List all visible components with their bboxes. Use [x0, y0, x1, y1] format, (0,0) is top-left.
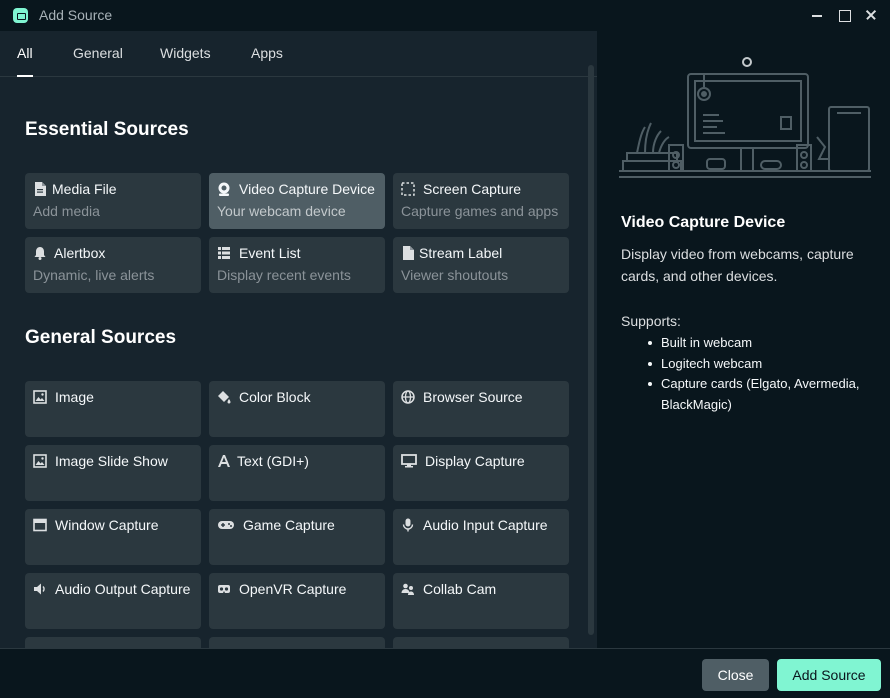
- source-card-audio-output-capture[interactable]: Audio Output Capture: [25, 573, 201, 629]
- vr-headset-icon: [217, 582, 231, 596]
- source-card-text-gdi[interactable]: Text (GDI+): [209, 445, 385, 501]
- source-card-stream-label[interactable]: Stream Label Viewer shoutouts: [393, 237, 569, 293]
- sources-scroll-area: Essential Sources Media File Add media V…: [0, 78, 597, 648]
- file-icon: [33, 182, 47, 196]
- window-title: Add Source: [39, 7, 113, 23]
- source-card-name: Audio Output Capture: [55, 581, 191, 597]
- source-card-color-block[interactable]: Color Block: [209, 381, 385, 437]
- source-card-name: Display Capture: [425, 453, 525, 469]
- source-card-name: Audio Input Capture: [423, 517, 548, 533]
- source-card-name: Video Capture Device: [239, 181, 375, 197]
- source-card-desc: Add media: [33, 203, 100, 219]
- source-list-pane: All General Widgets Apps Essential Sourc…: [0, 31, 597, 648]
- bell-icon: [33, 246, 47, 260]
- tab-apps[interactable]: Apps: [251, 45, 283, 61]
- webcam-icon: [217, 182, 231, 196]
- source-card-name: Event List: [239, 245, 301, 261]
- source-card-audio-input-capture[interactable]: Audio Input Capture: [393, 509, 569, 565]
- speaker-icon: [33, 582, 47, 596]
- list-item: Logitech webcam: [648, 354, 876, 375]
- source-card-name: Color Block: [239, 389, 311, 405]
- globe-icon: [401, 390, 415, 404]
- list-item: Built in webcam: [648, 333, 876, 354]
- tab-widgets[interactable]: Widgets: [160, 45, 211, 61]
- microphone-icon: [401, 518, 415, 532]
- source-card-desc: Dynamic, live alerts: [33, 267, 155, 283]
- source-card-name: Stream Label: [419, 245, 503, 261]
- active-tab-indicator: [17, 75, 33, 77]
- close-icon[interactable]: [862, 6, 880, 24]
- source-card-partial[interactable]: [25, 637, 201, 648]
- source-card-partial[interactable]: [393, 637, 569, 648]
- source-card-desc: Display recent events: [217, 267, 351, 283]
- category-tabs: All General Widgets Apps: [0, 31, 597, 77]
- monitor-icon: [401, 454, 417, 468]
- source-card-name: Image Slide Show: [55, 453, 168, 469]
- source-card-name: Alertbox: [54, 245, 106, 261]
- title-bar: Add Source: [0, 0, 890, 31]
- streamlabs-logo-icon: [13, 8, 28, 23]
- window-icon: [33, 518, 47, 532]
- supports-list: Built in webcam Logitech webcam Capture …: [648, 333, 876, 415]
- source-card-name: Media File: [52, 181, 117, 197]
- source-card-window-capture[interactable]: Window Capture: [25, 509, 201, 565]
- source-card-desc: Viewer shoutouts: [401, 267, 509, 283]
- source-card-name: Image: [55, 389, 94, 405]
- source-card-collab-cam[interactable]: Collab Cam: [393, 573, 569, 629]
- source-card-media-file[interactable]: Media File Add media: [25, 173, 201, 229]
- tab-general[interactable]: General: [73, 45, 123, 61]
- source-card-display-capture[interactable]: Display Capture: [393, 445, 569, 501]
- source-card-name: Browser Source: [423, 389, 523, 405]
- source-card-image-slide-show[interactable]: Image Slide Show: [25, 445, 201, 501]
- detail-title: Video Capture Device: [621, 214, 786, 231]
- general-sources-heading: General Sources: [25, 327, 177, 348]
- source-card-name: Collab Cam: [423, 581, 497, 597]
- source-card-browser-source[interactable]: Browser Source: [393, 381, 569, 437]
- source-card-screen-capture[interactable]: Screen Capture Capture games and apps: [393, 173, 569, 229]
- source-card-name: OpenVR Capture: [239, 581, 347, 597]
- image-icon: [33, 390, 47, 404]
- gamepad-icon: [217, 518, 235, 532]
- source-card-name: Screen Capture: [423, 181, 522, 197]
- detail-description: Display video from webcams, capture card…: [621, 246, 854, 284]
- source-card-video-capture-device[interactable]: Video Capture Device Your webcam device: [209, 173, 385, 229]
- essential-sources-heading: Essential Sources: [25, 119, 189, 140]
- minimize-icon[interactable]: [808, 6, 826, 24]
- video-capture-illustration: [619, 57, 871, 178]
- document-icon: [401, 246, 415, 260]
- image-icon: [33, 454, 47, 468]
- paint-bucket-icon: [217, 390, 231, 404]
- screen-select-icon: [401, 182, 415, 196]
- source-card-partial[interactable]: [209, 637, 385, 648]
- users-icon: [401, 582, 415, 596]
- close-button[interactable]: Close: [702, 659, 769, 691]
- add-source-button[interactable]: Add Source: [777, 659, 881, 691]
- source-card-openvr-capture[interactable]: OpenVR Capture: [209, 573, 385, 629]
- list-item: Capture cards (Elgato, Avermedia, BlackM…: [648, 374, 876, 415]
- text-icon: [217, 454, 231, 468]
- maximize-icon[interactable]: [835, 6, 853, 24]
- source-card-desc: Capture games and apps: [401, 203, 559, 219]
- scrollbar-thumb[interactable]: [588, 65, 594, 635]
- tab-all[interactable]: All: [17, 45, 33, 61]
- source-card-event-list[interactable]: Event List Display recent events: [209, 237, 385, 293]
- dialog-footer: Close Add Source: [0, 648, 890, 698]
- source-card-desc: Your webcam device: [217, 203, 346, 219]
- source-card-image[interactable]: Image: [25, 381, 201, 437]
- supports-label: Supports:: [621, 313, 681, 329]
- source-card-alertbox[interactable]: Alertbox Dynamic, live alerts: [25, 237, 201, 293]
- source-card-game-capture[interactable]: Game Capture: [209, 509, 385, 565]
- source-card-name: Text (GDI+): [237, 453, 309, 469]
- source-detail-pane: Video Capture Device Display video from …: [597, 31, 890, 648]
- source-card-name: Game Capture: [243, 517, 335, 533]
- source-card-name: Window Capture: [55, 517, 159, 533]
- list-icon: [217, 246, 231, 260]
